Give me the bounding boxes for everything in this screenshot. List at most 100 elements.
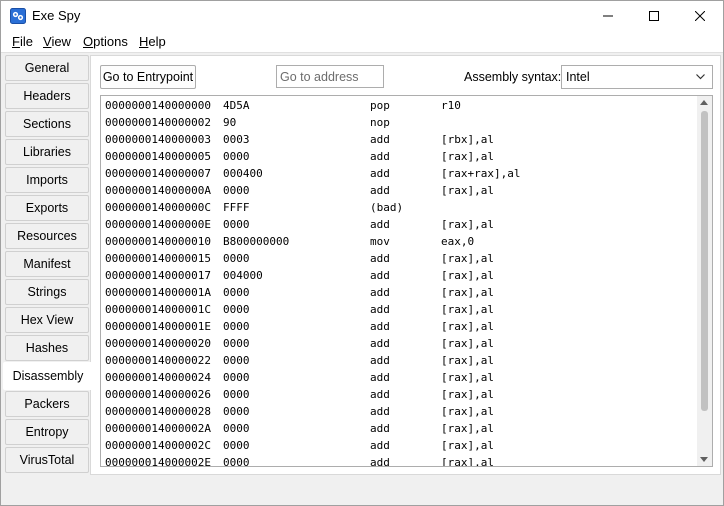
menu-help-label: elp: [148, 34, 166, 49]
menu-options[interactable]: Options: [83, 34, 128, 49]
tab-manifest[interactable]: Manifest: [5, 251, 89, 277]
disassembly-listing[interactable]: 0000000140000000 4D5A pop r10 00000001400000…: [100, 95, 713, 467]
tab-entropy[interactable]: Entropy: [5, 419, 89, 445]
row-mnemonic: add: [370, 252, 390, 265]
tab-sections[interactable]: Sections: [5, 111, 89, 137]
table-row[interactable]: 000000014000001A 0000 add [rax],al: [101, 284, 699, 301]
row-bytes: 0000: [223, 303, 250, 316]
row-operands: [rax],al: [441, 150, 494, 163]
chevron-down-icon: [696, 74, 705, 80]
tab-strings[interactable]: Strings: [5, 279, 89, 305]
go-to-entrypoint-button[interactable]: Go to Entrypoint: [100, 65, 196, 89]
row-address: 000000014000001A: [105, 286, 211, 299]
table-row[interactable]: 0000000140000026 0000 add [rax],al: [101, 386, 699, 403]
tab-resources[interactable]: Resources: [5, 223, 89, 249]
row-bytes: 0000: [223, 405, 250, 418]
row-bytes: 0000: [223, 371, 250, 384]
table-row[interactable]: 000000014000000C FFFF (bad): [101, 199, 699, 216]
row-operands: [rax],al: [441, 320, 494, 333]
row-operands: [rax],al: [441, 422, 494, 435]
menu-options-label: ptions: [93, 34, 128, 49]
row-mnemonic: add: [370, 218, 390, 231]
table-row[interactable]: 000000014000001C 0000 add [rax],al: [101, 301, 699, 318]
table-row[interactable]: 0000000140000020 0000 add [rax],al: [101, 335, 699, 352]
vertical-scrollbar[interactable]: [697, 96, 712, 466]
title-bar[interactable]: Exe Spy: [1, 1, 723, 31]
scroll-up-icon[interactable]: [700, 100, 708, 105]
disassembly-rows: 0000000140000000 4D5A pop r10 00000001400000…: [101, 96, 699, 466]
tab-headers[interactable]: Headers: [5, 83, 89, 109]
row-address: 000000014000002C: [105, 439, 211, 452]
row-address: 000000014000000A: [105, 184, 211, 197]
tab-imports[interactable]: Imports: [5, 167, 89, 193]
menu-view[interactable]: View: [43, 34, 71, 49]
tab-exports[interactable]: Exports: [5, 195, 89, 221]
table-row[interactable]: 000000014000000A 0000 add [rax],al: [101, 182, 699, 199]
tab-libraries[interactable]: Libraries: [5, 139, 89, 165]
menu-bar: File View Options Help: [1, 31, 723, 52]
table-row[interactable]: 000000014000000E 0000 add [rax],al: [101, 216, 699, 233]
row-mnemonic: nop: [370, 116, 390, 129]
assembly-syntax-label: Assembly syntax:: [464, 70, 562, 84]
table-row[interactable]: 0000000140000017 004000 add [rax],al: [101, 267, 699, 284]
tab-general[interactable]: General: [5, 55, 89, 81]
row-operands: [rax],al: [441, 354, 494, 367]
row-operands: eax,0: [441, 235, 475, 248]
table-row[interactable]: 0000000140000028 0000 add [rax],al: [101, 403, 699, 420]
row-mnemonic: add: [370, 388, 390, 401]
scroll-down-icon[interactable]: [700, 457, 708, 462]
tab-disassembly[interactable]: Disassembly: [3, 362, 93, 390]
disassembly-panel: Go to Entrypoint Assembly syntax: Intel …: [90, 55, 721, 475]
row-address: 000000014000002A: [105, 422, 211, 435]
row-address: 0000000140000005: [105, 150, 211, 163]
row-mnemonic: add: [370, 405, 390, 418]
table-row[interactable]: 0000000140000000 4D5A pop r10: [101, 97, 699, 114]
table-row[interactable]: 0000000140000005 0000 add [rax],al: [101, 148, 699, 165]
menu-help-accel: H: [139, 34, 149, 49]
table-row[interactable]: 000000014000001E 0000 add [rax],al: [101, 318, 699, 335]
row-mnemonic: add: [370, 354, 390, 367]
table-row[interactable]: 0000000140000002 90 nop: [101, 114, 699, 131]
row-mnemonic: add: [370, 150, 390, 163]
minimize-button[interactable]: [585, 1, 631, 31]
menu-file[interactable]: File: [12, 34, 33, 49]
row-address: 0000000140000020: [105, 337, 211, 350]
go-to-address-input[interactable]: [276, 65, 384, 88]
table-row[interactable]: 0000000140000007 000400 add [rax+rax],al: [101, 165, 699, 182]
row-operands: [rax],al: [441, 371, 494, 384]
tab-hex-view[interactable]: Hex View: [5, 307, 89, 333]
maximize-button[interactable]: [631, 1, 677, 31]
table-row[interactable]: 0000000140000010 B800000000 mov eax,0: [101, 233, 699, 250]
table-row[interactable]: 000000014000002C 0000 add [rax],al: [101, 437, 699, 454]
row-address: 0000000140000015: [105, 252, 211, 265]
menu-help[interactable]: Help: [139, 34, 166, 49]
tab-hashes[interactable]: Hashes: [5, 335, 89, 361]
tab-packers[interactable]: Packers: [5, 391, 89, 417]
row-address: 0000000140000002: [105, 116, 211, 129]
app-icon: [10, 8, 26, 24]
row-bytes: 0000: [223, 150, 250, 163]
row-mnemonic: add: [370, 422, 390, 435]
close-button[interactable]: [677, 1, 723, 31]
row-bytes: 0000: [223, 286, 250, 299]
row-bytes: FFFF: [223, 201, 250, 214]
row-address: 0000000140000017: [105, 269, 211, 282]
row-address: 0000000140000000: [105, 99, 211, 112]
table-row[interactable]: 000000014000002E 0000 add [rax],al: [101, 454, 699, 466]
scrollbar-thumb[interactable]: [701, 111, 708, 411]
row-address: 0000000140000028: [105, 405, 211, 418]
row-mnemonic: add: [370, 303, 390, 316]
table-row[interactable]: 0000000140000024 0000 add [rax],al: [101, 369, 699, 386]
row-operands: [rax],al: [441, 388, 494, 401]
row-bytes: 0000: [223, 337, 250, 350]
table-row[interactable]: 0000000140000015 0000 add [rax],al: [101, 250, 699, 267]
table-row[interactable]: 000000014000002A 0000 add [rax],al: [101, 420, 699, 437]
table-row[interactable]: 0000000140000003 0003 add [rbx],al: [101, 131, 699, 148]
table-row[interactable]: 0000000140000022 0000 add [rax],al: [101, 352, 699, 369]
row-operands: [rbx],al: [441, 133, 494, 146]
row-operands: [rax],al: [441, 405, 494, 418]
assembly-syntax-select[interactable]: Intel: [561, 65, 713, 89]
row-operands: r10: [441, 99, 461, 112]
tab-virustotal[interactable]: VirusTotal: [5, 447, 89, 473]
row-mnemonic: mov: [370, 235, 390, 248]
